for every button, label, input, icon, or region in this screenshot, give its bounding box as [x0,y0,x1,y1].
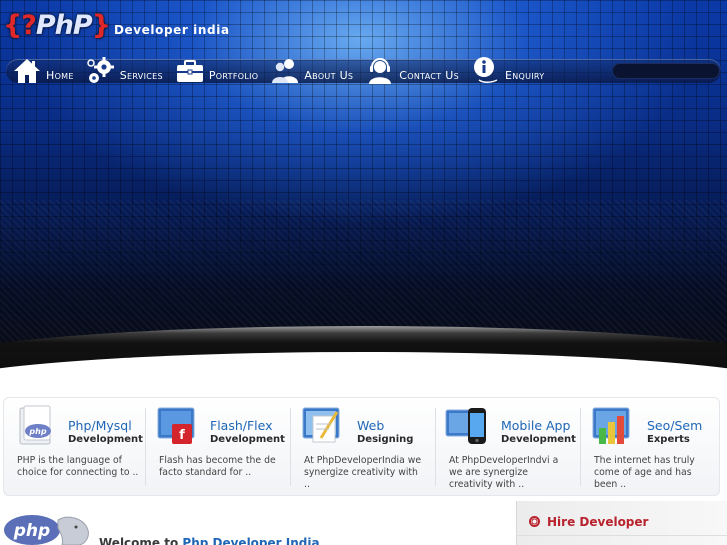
hero-banner: {?PhP} Developer india Home Services Por… [0,0,727,395]
web-design-icon [302,407,340,443]
nav-item-portfolio[interactable]: Portfolio [175,56,259,86]
service-desc: The internet has truly come of age and h… [594,455,695,490]
hire-developer-link[interactable]: Hire Developer [517,508,727,536]
service-desc: Flash has become the de facto standard f… [159,455,276,478]
nav-label-contact: Contact Us [399,69,459,82]
service-subtitle: Designing [357,434,414,445]
svg-text:f: f [179,428,185,443]
service-subtitle: Development [68,434,143,445]
sidebar-panel: Hire Developer [516,501,727,545]
service-php[interactable]: php Php/Mysql Development PHP is the lan… [4,398,145,495]
welcome-heading: Welcome to Php Developer India [99,536,320,545]
logo-mark: {?PhP} [3,9,111,41]
service-mobile[interactable]: Mobile App Development At PhpDeveloperIn… [436,398,580,495]
nav-item-about[interactable]: About Us [270,56,353,86]
welcome-prefix: Welcome to [99,536,179,545]
services-strip: php Php/Mysql Development PHP is the lan… [3,397,720,496]
service-title: Web [357,418,385,433]
logo-tagline: Developer india [113,23,230,37]
service-subtitle: Development [501,434,576,445]
main-nav: Home Services Portfolio About Us Contact… [12,50,556,86]
mobile-icon [445,408,486,444]
seo-chart-icon [592,407,630,444]
people-icon [272,59,299,83]
svg-text:php: php [28,427,46,436]
nav-label-portfolio: Portfolio [208,69,259,82]
site-logo[interactable]: {?PhP} Developer india [3,8,230,42]
welcome-highlight: Php Developer India [182,536,320,545]
svg-text:php: php [13,521,50,541]
nav-label-enquiry: Enquiry [504,69,545,82]
briefcase-icon [176,60,203,82]
headset-icon [369,58,392,84]
home-icon [14,59,40,83]
gears-icon [86,57,114,83]
service-title: Flash/Flex [210,418,273,433]
nav-item-home[interactable]: Home [12,56,74,86]
service-title: Mobile App [501,418,571,433]
hero-curve-white [0,352,727,395]
nav-label-home: Home [46,69,74,82]
service-web[interactable]: Web Designing At PhpDeveloperIndia we sy… [291,398,435,495]
php-box-icon: php [19,405,51,445]
info-icon [473,57,498,83]
flash-box-icon: f [157,407,195,444]
service-title: Seo/Sem [647,418,703,433]
service-desc: At PhpDeveloperIndvi a we are synergize … [449,455,559,490]
nav-item-enquiry[interactable]: Enquiry [471,56,544,86]
nav-item-contact[interactable]: Contact Us [365,56,459,86]
nav-label-services: Services [119,69,163,82]
nav-label-about: About Us [304,69,354,82]
hire-developer-label: Hire Developer [547,514,649,529]
service-title: Php/Mysql [68,418,132,433]
service-desc: PHP is the language of choice for connec… [17,455,139,478]
service-desc: At PhpDeveloperIndia we synergize creati… [304,455,422,490]
bullet-circle-icon [529,516,540,527]
service-subtitle: Experts [647,434,690,445]
service-seo[interactable]: Seo/Sem Experts The internet has truly c… [581,398,719,495]
search-input[interactable] [612,63,720,79]
service-flash[interactable]: f Flash/Flex Development Flash has becom… [146,398,290,495]
service-subtitle: Development [210,434,285,445]
php-elephant-logo: php [4,515,89,545]
nav-item-services[interactable]: Services [86,56,163,86]
